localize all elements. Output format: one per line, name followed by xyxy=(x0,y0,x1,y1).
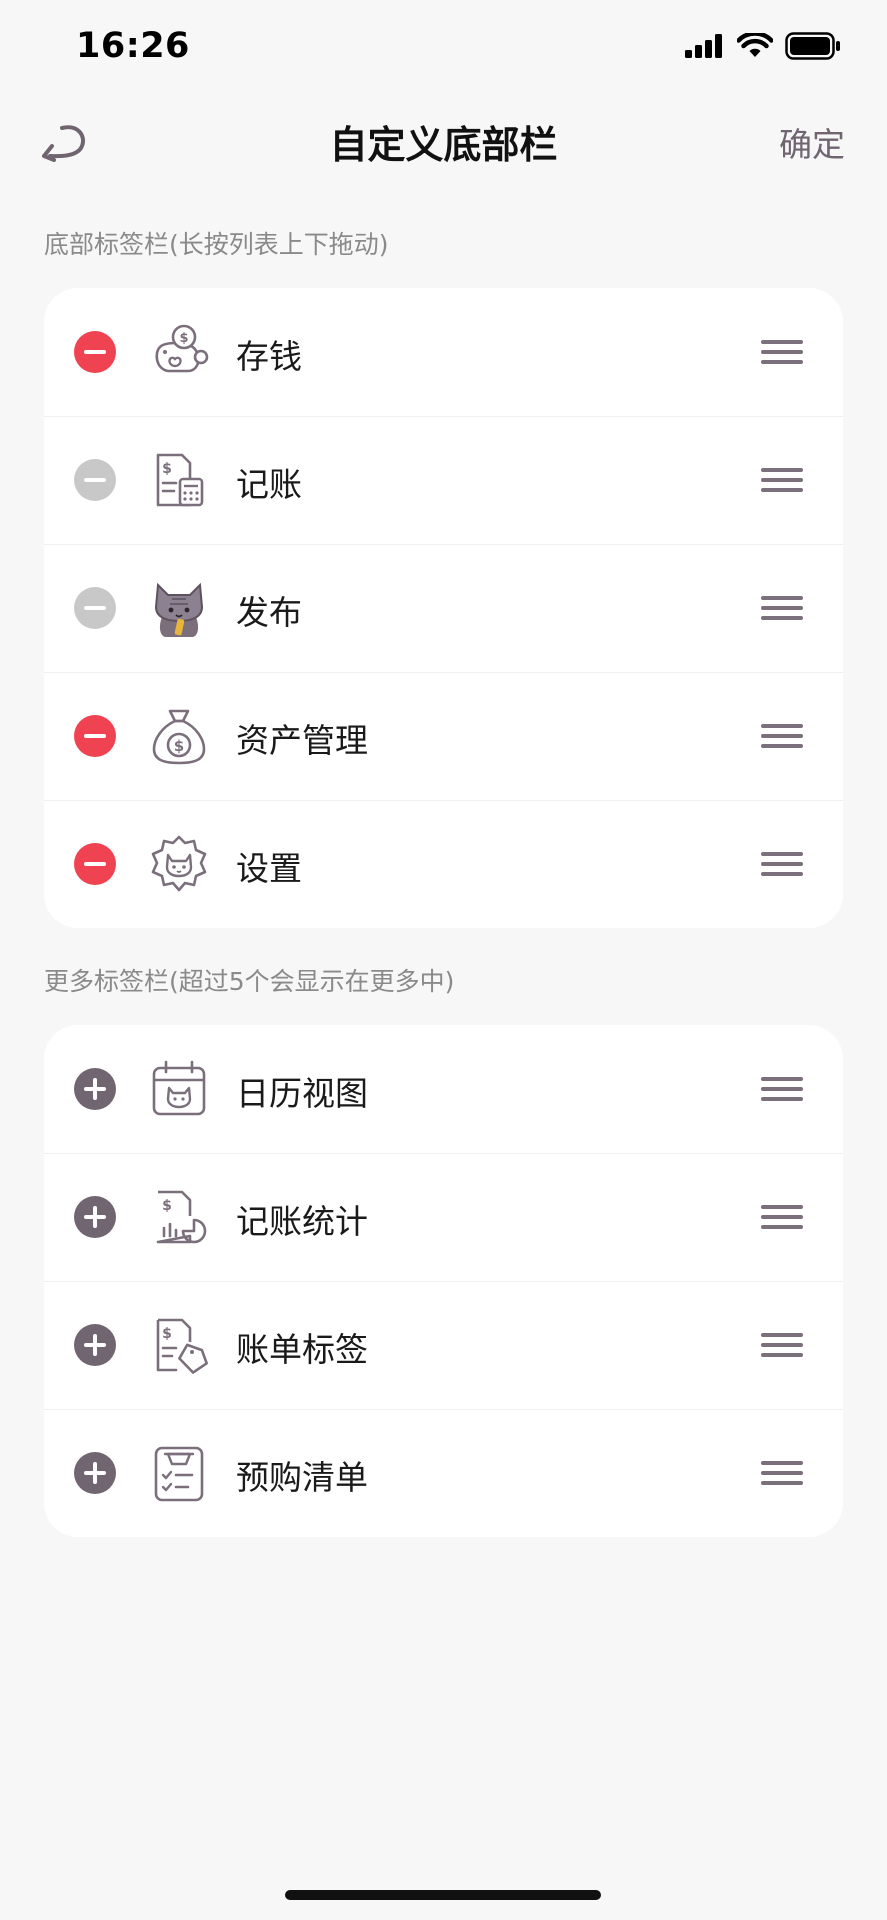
drag-handle-icon[interactable] xyxy=(761,1075,803,1103)
remove-button-disabled xyxy=(74,587,116,629)
list-item-savings[interactable]: $ 存钱 xyxy=(44,288,843,416)
list-item-label: 发布 xyxy=(236,593,302,632)
drag-handle-icon[interactable] xyxy=(761,722,803,750)
list-item-label: 账单标签 xyxy=(236,1330,368,1369)
remove-button-disabled xyxy=(74,459,116,501)
cat-mascot-icon xyxy=(148,577,210,639)
add-button[interactable] xyxy=(74,1324,116,1366)
list-item-label: 设置 xyxy=(236,849,302,888)
drag-handle-icon[interactable] xyxy=(761,1331,803,1359)
bill-tag-icon: $ xyxy=(148,1314,210,1376)
bottom-tabs-section-title: 底部标签栏(长按列表上下拖动) xyxy=(44,230,389,259)
list-item-statistics[interactable]: $ 记账统计 xyxy=(44,1153,843,1281)
money-bag-icon: $ xyxy=(148,705,210,767)
cat-calendar-icon xyxy=(148,1058,210,1120)
remove-button[interactable] xyxy=(74,331,116,373)
status-icons xyxy=(685,32,841,60)
list-item-label: 预购清单 xyxy=(236,1458,368,1497)
wifi-icon xyxy=(737,33,773,57)
page-title: 自定义底部栏 xyxy=(329,123,558,167)
piggy-money-icon: $ xyxy=(148,321,210,383)
list-item-bill-tags[interactable]: $ 账单标签 xyxy=(44,1281,843,1409)
remove-button[interactable] xyxy=(74,715,116,757)
shopping-checklist-icon xyxy=(148,1442,210,1504)
drag-handle-icon[interactable] xyxy=(761,1459,803,1487)
list-item-label: 存钱 xyxy=(236,337,302,376)
list-item-publish[interactable]: 发布 xyxy=(44,544,843,672)
bill-calculator-icon: $ xyxy=(148,449,210,511)
svg-text:$: $ xyxy=(174,737,184,755)
status-time: 16:26 xyxy=(76,26,190,66)
list-item-label: 记账统计 xyxy=(236,1202,368,1241)
cat-gear-icon xyxy=(148,833,210,895)
svg-text:$: $ xyxy=(179,331,188,346)
nav-bar: 自定义底部栏 确定 xyxy=(0,98,887,182)
bill-chart-icon: $ xyxy=(148,1186,210,1248)
add-button[interactable] xyxy=(74,1196,116,1238)
add-button[interactable] xyxy=(74,1068,116,1110)
add-button[interactable] xyxy=(74,1452,116,1494)
battery-icon xyxy=(785,32,840,60)
bottom-tabs-list: $ 存钱 $ 记账 发布 $ 资产管理 设置 xyxy=(44,288,843,928)
signal-icon xyxy=(685,34,722,58)
more-tabs-section-title: 更多标签栏(超过5个会显示在更多中) xyxy=(44,967,455,996)
list-item-calendar[interactable]: 日历视图 xyxy=(44,1025,843,1153)
status-bar: 16:26 xyxy=(0,0,887,98)
list-item-bookkeeping[interactable]: $ 记账 xyxy=(44,416,843,544)
list-item-label: 资产管理 xyxy=(236,721,368,760)
list-item-settings[interactable]: 设置 xyxy=(44,800,843,928)
list-item-shopping-list[interactable]: 预购清单 xyxy=(44,1409,843,1537)
list-item-label: 记账 xyxy=(236,465,302,504)
home-indicator[interactable] xyxy=(285,1890,601,1900)
drag-handle-icon[interactable] xyxy=(761,594,803,622)
svg-text:$: $ xyxy=(162,461,172,477)
list-item-assets[interactable]: $ 资产管理 xyxy=(44,672,843,800)
drag-handle-icon[interactable] xyxy=(761,466,803,494)
drag-handle-icon[interactable] xyxy=(761,338,803,366)
drag-handle-icon[interactable] xyxy=(761,1203,803,1231)
svg-text:$: $ xyxy=(162,1198,172,1214)
drag-handle-icon[interactable] xyxy=(761,850,803,878)
more-tabs-list: 日历视图 $ 记账统计 $ 账单标签 预购清单 xyxy=(44,1025,843,1537)
svg-text:$: $ xyxy=(162,1326,172,1342)
remove-button[interactable] xyxy=(74,843,116,885)
list-item-label: 日历视图 xyxy=(236,1074,368,1113)
confirm-button[interactable]: 确定 xyxy=(779,118,845,166)
